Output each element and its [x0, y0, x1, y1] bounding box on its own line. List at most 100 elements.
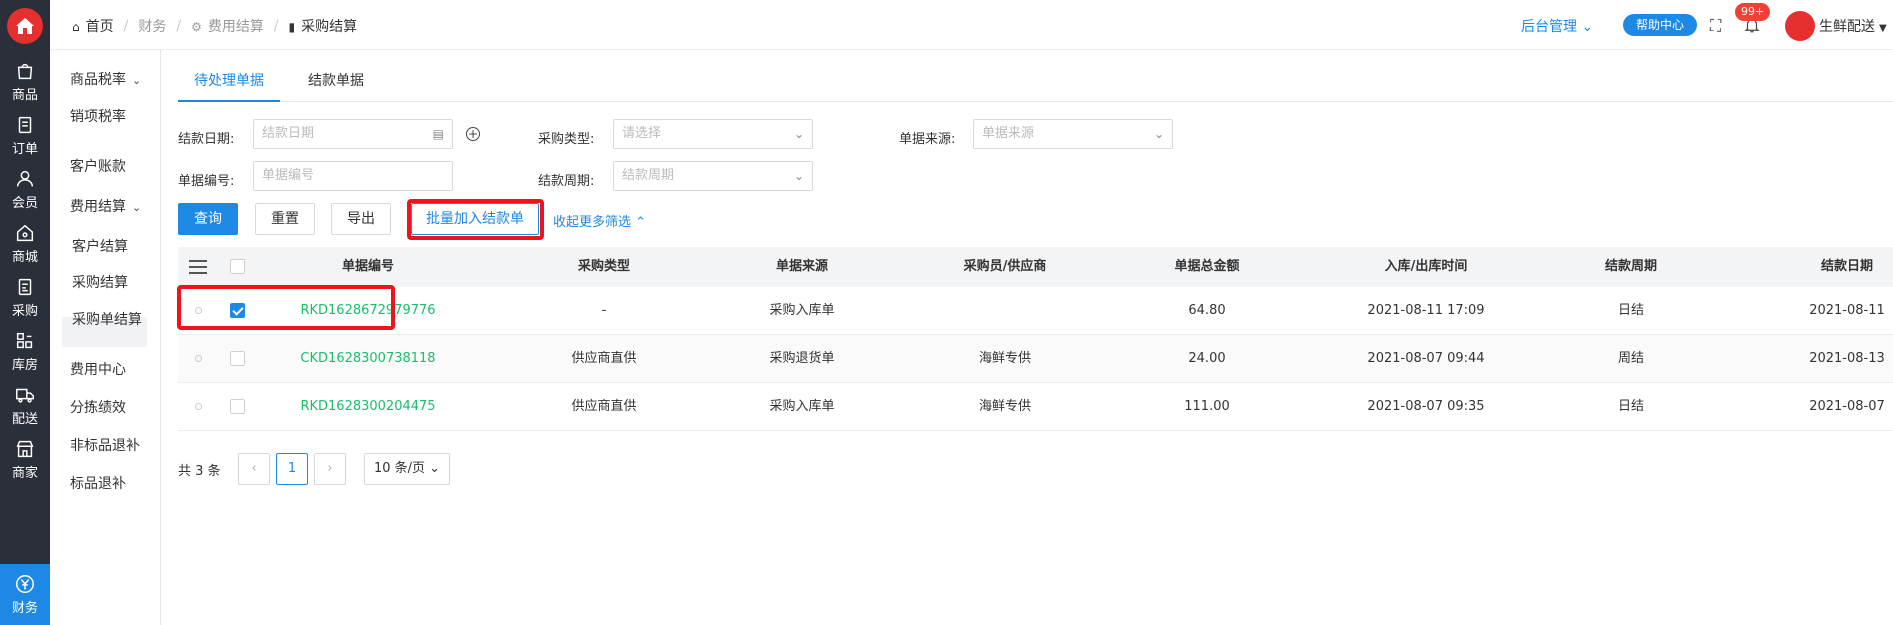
table-row[interactable]: RKD1628672979776- 采购入库单 64.80 2021-08-11 17… — [178, 287, 1893, 335]
collapse-filters-link[interactable]: 收起更多筛选 ⌃ — [553, 211, 646, 230]
secondary-sidebar: 商品税率 ⌄ 销项税率客户账款费用结算 ⌄ 客户结算采购结算采购单结算费用中心分拣绩效非… — [50, 50, 161, 625]
breadcrumb-current: ▮ 采购结算 — [288, 19, 358, 35]
admin-menu[interactable]: 后台管理 ⌄ — [1521, 16, 1593, 36]
subnav-item-8[interactable]: 分拣绩效 — [70, 397, 126, 417]
rail-item-6[interactable]: 配送 — [0, 375, 50, 435]
table-cell: 111.00 — [1184, 399, 1230, 414]
tab-bar: 待处理单据 结款单据 — [178, 66, 1893, 102]
table-row[interactable]: RKD1628300204475 供应商直供 采购入库单 海鲜专供 111.00 2021… — [178, 383, 1893, 431]
row-radio[interactable] — [195, 355, 202, 362]
breadcrumb-finance[interactable]: 财务 — [138, 16, 166, 36]
page-size-select[interactable]: 10 条/页 ⌄ — [364, 453, 450, 485]
row-checkbox[interactable] — [230, 399, 245, 414]
subnav-item-0[interactable]: 商品税率 ⌄ — [70, 69, 141, 89]
fullscreen-icon[interactable]: ⛶ — [1710, 16, 1721, 36]
table-cell: 24.00 — [1188, 351, 1226, 366]
column-header: 采购类型 — [577, 259, 631, 274]
rail-item-2[interactable]: 会员 — [0, 159, 50, 219]
subnav-item-4[interactable]: 客户结算 — [72, 236, 128, 256]
tab-pending[interactable]: 待处理单据 — [178, 66, 280, 102]
breadcrumb-expense[interactable]: ⚙ 费用结算 — [191, 16, 264, 36]
source-label: 单据来源: — [899, 132, 956, 147]
subnav-item-7[interactable]: 费用中心 — [70, 359, 126, 379]
column-header: 单据总金额 — [1174, 259, 1240, 274]
table-row[interactable]: CKD1628300738118 供应商直供 采购退货单 海鲜专供 24.00 2021-… — [178, 335, 1893, 383]
subnav-item-1[interactable]: 销项税率 — [70, 106, 126, 126]
subnav-item-6[interactable]: 采购单结算 — [72, 309, 142, 329]
rail-item-0[interactable]: 商品 — [0, 51, 50, 111]
column-settings-icon[interactable] — [189, 260, 207, 274]
rail-item-label: 会员 — [11, 195, 38, 211]
table-cell: 周结 — [1617, 351, 1645, 366]
source-select[interactable]: 单据来源 ⌄ — [973, 119, 1173, 149]
column-header: 采购员/供应商 — [963, 259, 1047, 274]
chevron-down-icon: ⌄ — [1581, 19, 1594, 35]
purchase-icon — [18, 278, 32, 295]
tab-settled[interactable]: 结款单据 — [292, 66, 380, 102]
notification-badge: 99+ — [1735, 3, 1771, 21]
delivery-icon — [16, 388, 34, 403]
rail-item-label: 配送 — [11, 411, 38, 427]
chevron-down-icon: ⌄ — [1153, 127, 1164, 141]
next-page-button[interactable]: › — [314, 453, 346, 485]
rail-item-4[interactable]: 采购 — [0, 267, 50, 327]
help-center-button[interactable]: 帮助中心 — [1623, 14, 1697, 36]
table-cell: 2021-08-07 — [1809, 399, 1885, 414]
yen-icon — [16, 575, 34, 593]
doc-no-label: 单据编号: — [178, 174, 235, 189]
rail-item-1[interactable]: 订单 — [0, 105, 50, 165]
export-button[interactable]: 导出 — [331, 203, 391, 235]
period-select[interactable]: 结款周期 ⌄ — [613, 161, 813, 191]
rail-item-label: 采购 — [11, 303, 38, 319]
member-icon — [16, 170, 34, 186]
reset-button[interactable]: 重置 — [255, 203, 315, 235]
settle-date-picker[interactable]: 结款日期 ▤ — [253, 119, 453, 149]
caret-down-icon: ▼ — [1879, 23, 1887, 34]
rail-item-5[interactable]: 库房 — [0, 321, 50, 381]
expense-icon: ⚙ — [191, 20, 202, 34]
breadcrumb-home[interactable]: ⌂ 首页 — [72, 16, 114, 36]
subnav-item-2[interactable]: 客户账款 — [70, 156, 126, 176]
doc-number-link[interactable]: RKD1628300204475 — [300, 383, 435, 431]
table-cell: 日结 — [1617, 303, 1645, 318]
column-header: 单据编号 — [341, 259, 395, 274]
rail-item-label: 商品 — [11, 87, 38, 103]
shop-icon — [16, 440, 34, 457]
rail-item-7[interactable]: 商家 — [0, 429, 50, 489]
purchase-type-label: 采购类型: — [538, 132, 595, 147]
select-all-checkbox[interactable] — [230, 259, 245, 274]
rail-item-8[interactable]: 财务 — [0, 564, 50, 625]
table-cell: 供应商直供 — [571, 399, 637, 414]
user-menu[interactable]: 生鲜配送 ▼ — [1819, 16, 1887, 36]
table-cell: 采购退货单 — [769, 351, 835, 366]
highlight-box — [407, 199, 544, 240]
subnav-item-9[interactable]: 非标品退补 — [70, 435, 140, 455]
row-radio[interactable] — [195, 403, 202, 410]
page-button[interactable]: 1 — [276, 453, 308, 485]
document-icon: ▮ — [288, 20, 296, 34]
doc-number-link[interactable]: CKD1628300738118 — [300, 335, 435, 383]
query-button[interactable]: 查询 — [178, 203, 238, 235]
warehouse-icon — [16, 332, 33, 348]
prev-page-button[interactable]: ‹ — [238, 453, 270, 485]
subnav-item-10[interactable]: 标品退补 — [70, 473, 126, 493]
table-cell: 2021-08-07 09:35 — [1367, 399, 1485, 414]
avatar[interactable] — [1785, 11, 1815, 41]
table-cell: 2021-08-11 17:09 — [1367, 303, 1485, 318]
row-checkbox[interactable] — [230, 351, 245, 366]
table-cell: 2021-08-07 09:44 — [1367, 351, 1485, 366]
subnav-item-3[interactable]: 费用结算 ⌄ — [70, 196, 141, 216]
mall-icon — [16, 224, 34, 241]
subnav-item-5[interactable]: 采购结算 — [72, 272, 128, 292]
table-cell: 采购入库单 — [769, 399, 835, 414]
rail-item-3[interactable]: 商城 — [0, 213, 50, 273]
calendar-icon: ▤ — [432, 127, 444, 141]
order-icon — [18, 116, 32, 133]
table-header: 单据编号 采购类型 单据来源 采购员/供应商 单据总金额 入库/出库时间 结款周期 结款日期 — [178, 247, 1893, 287]
brand-logo[interactable] — [7, 8, 43, 44]
add-circle-icon[interactable]: + — [466, 127, 480, 141]
highlight-box-row — [177, 285, 395, 330]
table-cell: 2021-08-11 — [1809, 303, 1885, 318]
purchase-type-select[interactable]: 请选择 ⌄ — [613, 119, 813, 149]
doc-no-input[interactable]: 单据编号 — [253, 161, 453, 191]
